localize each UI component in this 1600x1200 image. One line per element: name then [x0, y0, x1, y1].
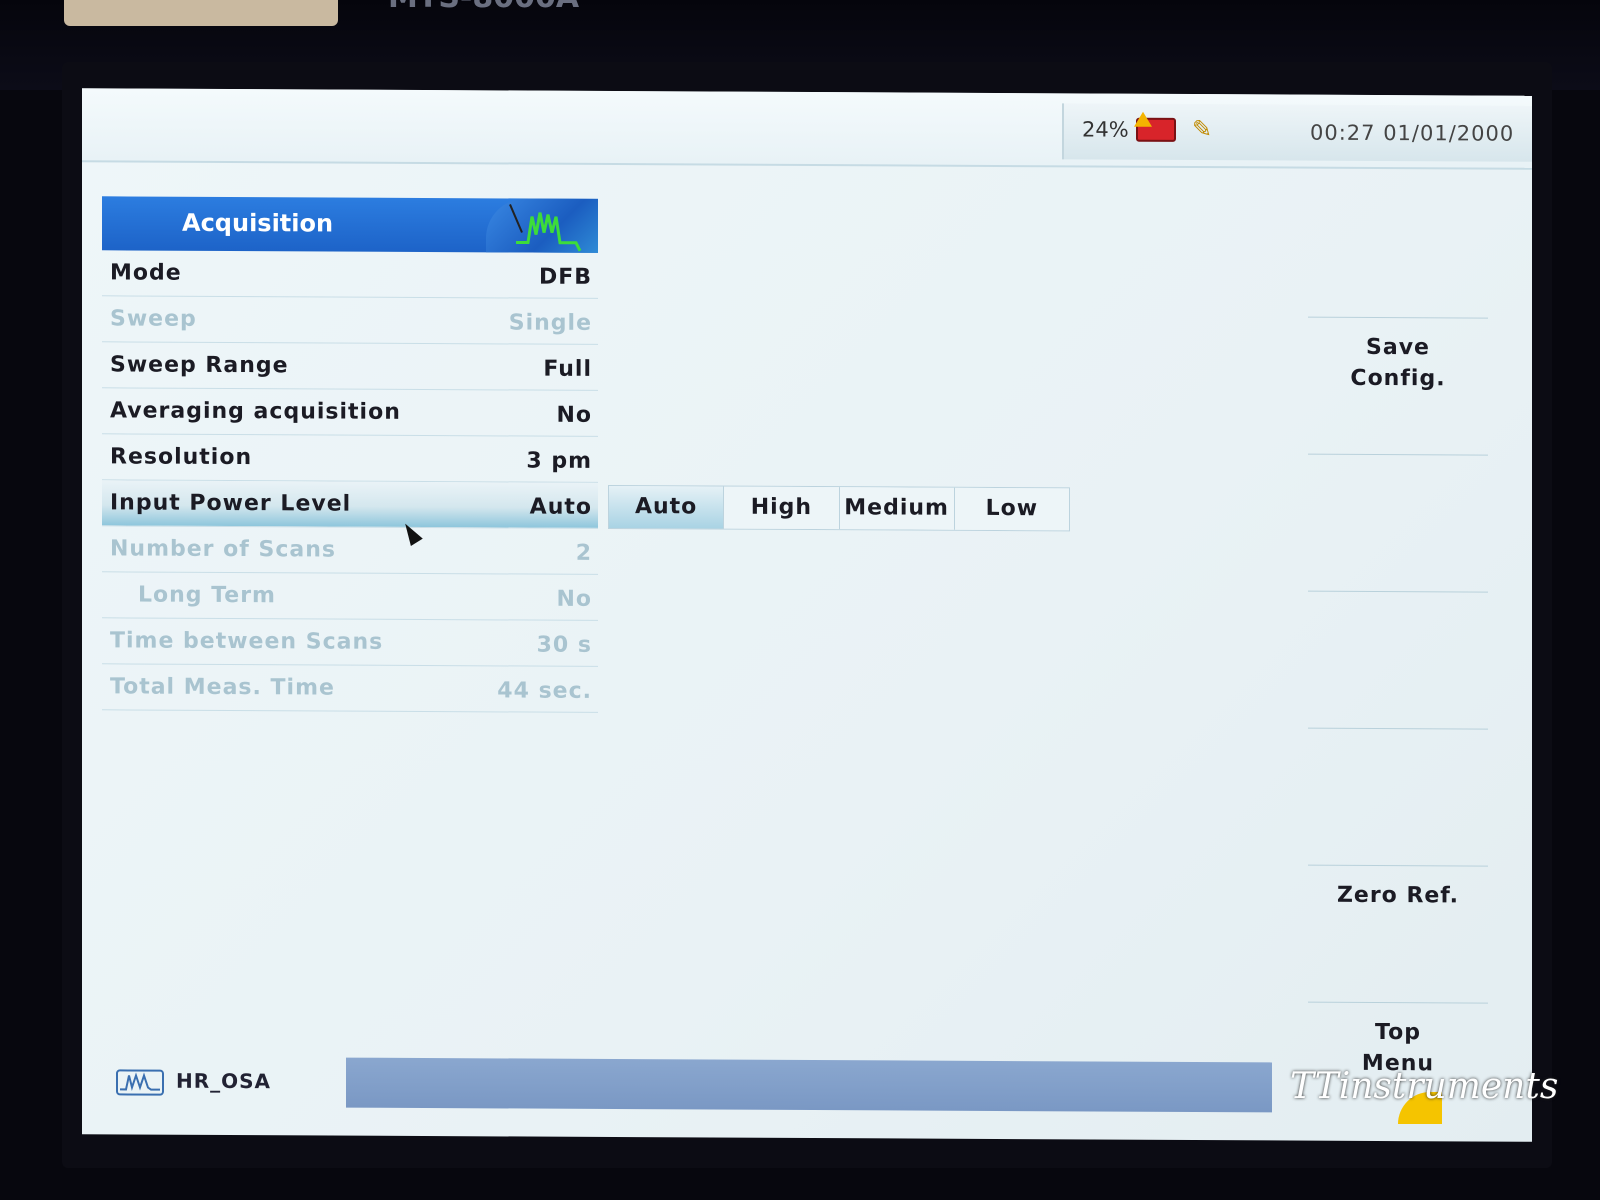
softkey-label	[1308, 455, 1488, 470]
row-number-of-scans: Number of Scans 2	[102, 526, 598, 575]
model-label: MTS-8000A	[388, 0, 579, 15]
row-averaging[interactable]: Averaging acquisition No	[102, 388, 598, 437]
save-config-button[interactable]: Save Config.	[1308, 316, 1488, 455]
row-total-meas-time: Total Meas. Time 44 sec.	[102, 664, 598, 713]
app-name: HR_OSA	[175, 1068, 271, 1094]
row-value: Auto	[529, 494, 592, 520]
row-value: Full	[543, 356, 592, 382]
lcd-screen: 24% ✎ 00:27 01/01/2000 Acquisition Mode …	[82, 88, 1532, 1142]
row-label: Sweep	[110, 306, 197, 332]
row-value: No	[556, 402, 592, 428]
acquisition-panel: Acquisition Mode DFB Sweep Single Sweep …	[102, 196, 598, 713]
brand-plate	[64, 0, 338, 26]
bottom-status-strip	[346, 1057, 1272, 1113]
zero-ref-button[interactable]: Zero Ref.	[1308, 864, 1488, 1003]
softkey-label: Save Config.	[1350, 334, 1446, 392]
row-time-between-scans: Time between Scans 30 s	[102, 618, 598, 667]
row-value: DFB	[538, 264, 592, 290]
option-auto[interactable]: Auto	[609, 485, 725, 529]
osa-waveform-icon	[116, 1068, 164, 1096]
row-value: Single	[508, 310, 592, 336]
row-label: Sweep Range	[110, 352, 289, 379]
watermark: TTinstruments	[1290, 1066, 1559, 1107]
spectrum-icon	[486, 198, 598, 253]
row-label: Time between Scans	[110, 628, 384, 655]
panel-header: Acquisition	[102, 196, 598, 253]
softkey-label	[1308, 592, 1488, 607]
row-label: Averaging acquisition	[110, 398, 401, 425]
softkey-label: Zero Ref.	[1336, 882, 1460, 909]
option-medium[interactable]: Medium	[839, 487, 955, 530]
clock: 00:27 01/01/2000	[1310, 120, 1515, 146]
option-low[interactable]: Low	[954, 487, 1069, 531]
softkey-column: Save Config. Zero Ref. Top Menu	[1308, 316, 1488, 1140]
row-resolution[interactable]: Resolution 3 pm	[102, 434, 598, 483]
row-label: Resolution	[110, 444, 253, 471]
warning-icon	[1134, 111, 1152, 127]
row-value: No	[556, 586, 592, 612]
row-input-power-level[interactable]: Input Power Level Auto	[102, 480, 598, 529]
power-level-options: Auto High Medium Low	[608, 484, 1070, 532]
softkey-blank-3[interactable]	[1308, 727, 1488, 866]
option-high[interactable]: High	[724, 486, 840, 530]
softkey-label	[1308, 729, 1488, 744]
row-value: 2	[575, 540, 592, 566]
row-label: Total Meas. Time	[110, 674, 335, 701]
row-sweep-range[interactable]: Sweep Range Full	[102, 342, 598, 391]
row-label: Long Term	[138, 582, 276, 609]
battery-percent: 24%	[1082, 117, 1129, 142]
app-tab[interactable]: HR_OSA	[116, 1068, 271, 1096]
status-bar: 24% ✎ 00:27 01/01/2000	[82, 88, 1532, 170]
softkey-blank-1[interactable]	[1308, 453, 1488, 592]
row-value: 44 sec.	[497, 678, 592, 704]
panel-title: Acquisition	[182, 208, 334, 238]
row-label: Number of Scans	[110, 536, 337, 563]
row-value: 3 pm	[526, 448, 592, 474]
softkey-blank-2[interactable]	[1308, 590, 1488, 729]
row-long-term: Long Term No	[102, 572, 598, 621]
power-plug-icon: ✎	[1192, 115, 1213, 144]
row-sweep: Sweep Single	[102, 296, 598, 345]
row-label: Input Power Level	[110, 490, 352, 517]
row-label: Mode	[110, 260, 182, 286]
row-mode[interactable]: Mode DFB	[102, 250, 598, 299]
row-value: 30 s	[536, 632, 592, 658]
